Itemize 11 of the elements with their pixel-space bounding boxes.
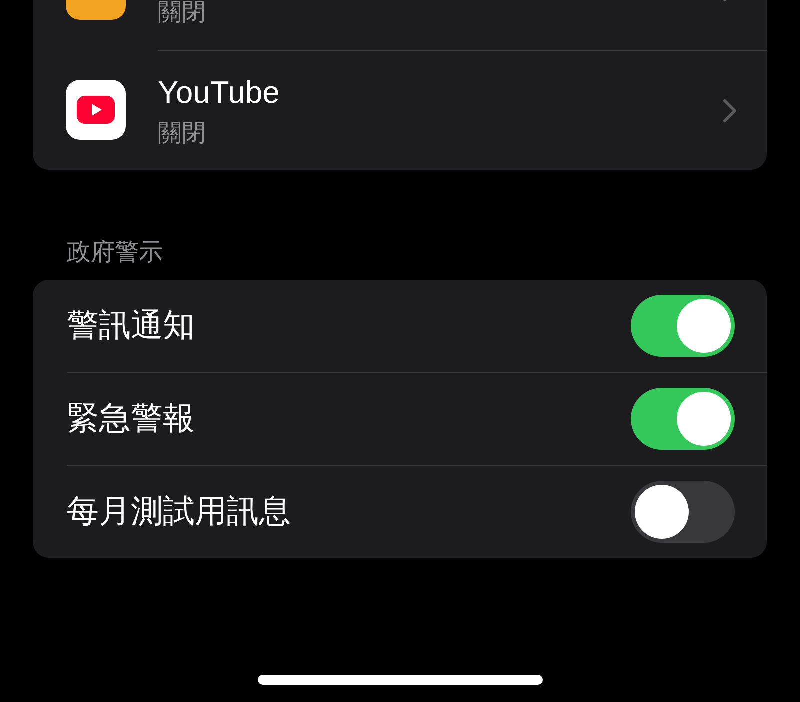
setting-label: 每月測試用訊息: [67, 492, 292, 531]
chevron-icon: [723, 98, 737, 122]
play-icon: [66, 80, 126, 140]
app-status: 關閉: [158, 0, 207, 28]
setting-label: 緊急警報: [67, 399, 196, 438]
app-name: YouTube: [158, 74, 281, 110]
setting-label: 警訊通知: [67, 306, 196, 345]
section-header: 政府警示: [67, 238, 164, 268]
app-status: 關閉: [158, 118, 207, 148]
app-row[interactable]: YouTube 關閉: [33, 50, 767, 170]
app-row[interactable]: 關閉: [33, 0, 767, 50]
